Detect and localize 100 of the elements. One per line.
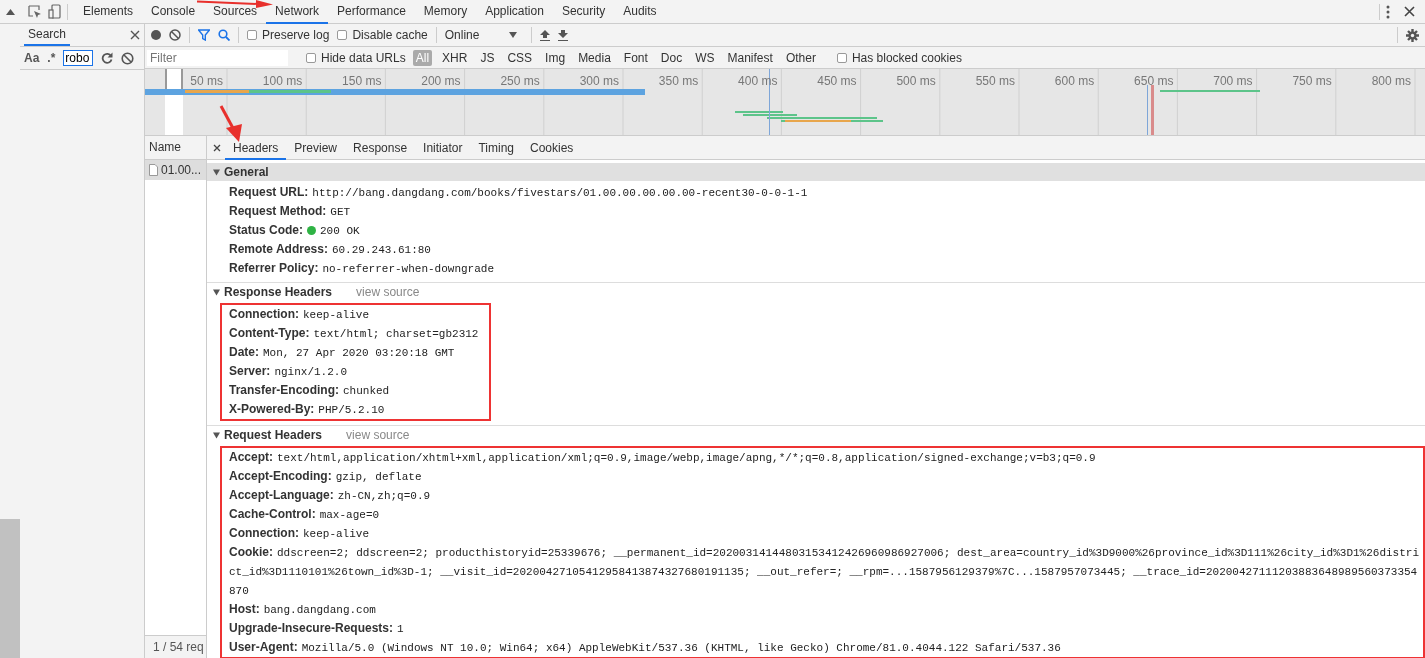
panel-tab[interactable]: Elements: [74, 0, 143, 24]
time-tick-label: 600 ms: [1053, 74, 1095, 88]
header-field: Host: bang.dangdang.com: [229, 602, 376, 616]
header-field: Accept-Language: zh-CN,zh;q=0.9: [229, 488, 431, 502]
request-count: 1 / 54 req: [145, 635, 206, 658]
detail-tab[interactable]: Cookies: [522, 135, 582, 160]
time-tick-label: 550 ms: [974, 74, 1015, 88]
panel-tab[interactable]: Application: [476, 0, 553, 24]
filter-icon[interactable]: [198, 29, 210, 41]
panel-tab[interactable]: Console: [142, 0, 205, 24]
type-filter[interactable]: Other: [782, 49, 819, 66]
type-filter[interactable]: Img: [542, 49, 569, 66]
record-icon[interactable]: [151, 30, 161, 40]
checkbox[interactable]: [306, 52, 316, 63]
header-field: Remote Address: 60.29.243.61:80: [229, 242, 431, 256]
time-tick-label: 650 ms: [1133, 74, 1174, 88]
collapse-icon[interactable]: [5, 8, 15, 15]
search-tab[interactable]: Search: [24, 24, 71, 46]
panel-tab[interactable]: Memory: [414, 0, 477, 24]
header-field: Date: Mon, 27 Apr 2020 03:20:18 GMT: [229, 345, 455, 359]
filter-field[interactable]: Filter: [147, 49, 288, 66]
refresh-icon[interactable]: [101, 52, 114, 64]
header-value: 200 OK: [320, 225, 360, 237]
detail-tab[interactable]: Initiator: [415, 135, 471, 160]
checkbox[interactable]: [836, 52, 847, 63]
time-tick-label: 750 ms: [1291, 74, 1332, 88]
type-filter[interactable]: Doc: [657, 49, 686, 66]
clear-icon[interactable]: [169, 29, 181, 41]
panel-tab[interactable]: Audits: [614, 0, 666, 24]
checkbox-label: Preserve log: [262, 28, 330, 42]
type-filter[interactable]: Font: [620, 49, 651, 66]
header-field: User-Agent: Mozilla/5.0 (Windows NT 10.0; Win64; x64) AppleWebKit/537.36 (KHTML, like Gecko) Chrome/81.0.4044.122 Safari/537.36: [229, 640, 1061, 654]
close-icon[interactable]: [130, 30, 140, 40]
clear-icon[interactable]: [121, 51, 135, 65]
header-field: X-Powered-By: PHP/5.2.10: [229, 402, 385, 416]
header-field: Connection: keep-alive: [229, 526, 369, 540]
type-filter[interactable]: Media: [575, 49, 614, 66]
upload-icon[interactable]: [540, 29, 551, 41]
header-field: Upgrade-Insecure-Requests: 1: [229, 621, 404, 635]
download-icon[interactable]: [558, 29, 569, 41]
time-tick-label: 500 ms: [895, 74, 936, 88]
scrollbar-thumb[interactable]: [0, 519, 20, 658]
column-header[interactable]: Name: [145, 136, 206, 160]
time-tick-label: 200 ms: [420, 74, 461, 88]
search-icon[interactable]: [218, 29, 230, 41]
close-icon[interactable]: [1404, 6, 1415, 17]
header-field: Request URL: http://bang.dangdang.com/books/fivestars/01.00.00.00.00.00-recent30-0-0-1-1: [229, 185, 808, 199]
annotation-arrow: [218, 104, 244, 144]
header-field: Request Method: GET: [229, 204, 351, 218]
type-filter[interactable]: XHR: [439, 49, 471, 66]
type-filter[interactable]: CSS: [504, 49, 536, 66]
inspect-icon[interactable]: [28, 4, 42, 19]
checkbox[interactable]: [247, 30, 257, 40]
throttling-dropdown[interactable]: Online: [444, 28, 524, 42]
view-source-link[interactable]: view source: [356, 285, 420, 299]
expand-triangle-icon[interactable]: [213, 431, 220, 439]
expand-triangle-icon[interactable]: [213, 168, 220, 176]
header-field: Accept: text/html,application/xhtml+xml,application/xml;q=0.9,image/webp,image/apng,*/*;q=0.8,application/signed-exchange;v=b3;q=0.9: [229, 450, 1096, 464]
type-filter[interactable]: JS: [477, 49, 498, 66]
view-source-link[interactable]: view source: [346, 428, 410, 442]
time-tick-label: 150 ms: [341, 74, 382, 88]
detail-tab[interactable]: Timing: [470, 135, 522, 160]
checkbox[interactable]: [337, 30, 348, 40]
time-tick-label: 100 ms: [261, 74, 303, 88]
type-filter[interactable]: WS: [692, 49, 718, 66]
panel-tab[interactable]: Performance: [328, 0, 415, 24]
match-case-toggle[interactable]: Aa: [24, 51, 40, 65]
time-tick-label: 450 ms: [816, 74, 857, 88]
section-title[interactable]: Response Headers: [224, 285, 333, 299]
checkbox-label: Hide data URLs: [321, 50, 406, 65]
regex-toggle[interactable]: .*: [47, 51, 56, 65]
device-icon[interactable]: [48, 4, 61, 19]
header-field: Cache-Control: max-age=0: [229, 507, 380, 521]
checkbox-label: Disable cache: [352, 28, 428, 42]
time-tick-label: 700 ms: [1212, 74, 1253, 88]
header-field: Accept-Encoding: gzip, deflate: [229, 469, 422, 483]
expand-triangle-icon[interactable]: [213, 288, 220, 296]
more-icon[interactable]: [1386, 4, 1390, 19]
caret-icon: [509, 32, 518, 38]
header-field: Server: nginx/1.2.0: [229, 364, 347, 378]
panel-tab[interactable]: Security: [552, 0, 615, 24]
detail-tab[interactable]: Response: [345, 135, 416, 160]
file-icon: [149, 164, 158, 176]
type-filter[interactable]: Manifest: [724, 49, 776, 66]
panel-tab[interactable]: Sources: [204, 0, 267, 24]
header-field: Transfer-Encoding: chunked: [229, 383, 390, 397]
detail-tab[interactable]: Preview: [286, 135, 346, 160]
time-tick-label: 800 ms: [1370, 74, 1411, 88]
settings-icon[interactable]: [1406, 28, 1419, 42]
time-tick-label: 300 ms: [578, 74, 619, 88]
section-title[interactable]: Request Headers: [224, 428, 323, 442]
time-tick-label: 50 ms: [189, 74, 223, 88]
search-field[interactable]: robo: [63, 50, 94, 66]
section-title[interactable]: General: [224, 165, 269, 179]
header-field: Content-Type: text/html; charset=gb2312: [229, 326, 479, 340]
close-icon[interactable]: [213, 143, 221, 152]
request-row[interactable]: 01.00...: [145, 160, 206, 180]
header-field: Connection: keep-alive: [229, 307, 369, 321]
header-name: Status Code:: [229, 223, 303, 237]
time-tick-label: 250 ms: [499, 74, 540, 88]
